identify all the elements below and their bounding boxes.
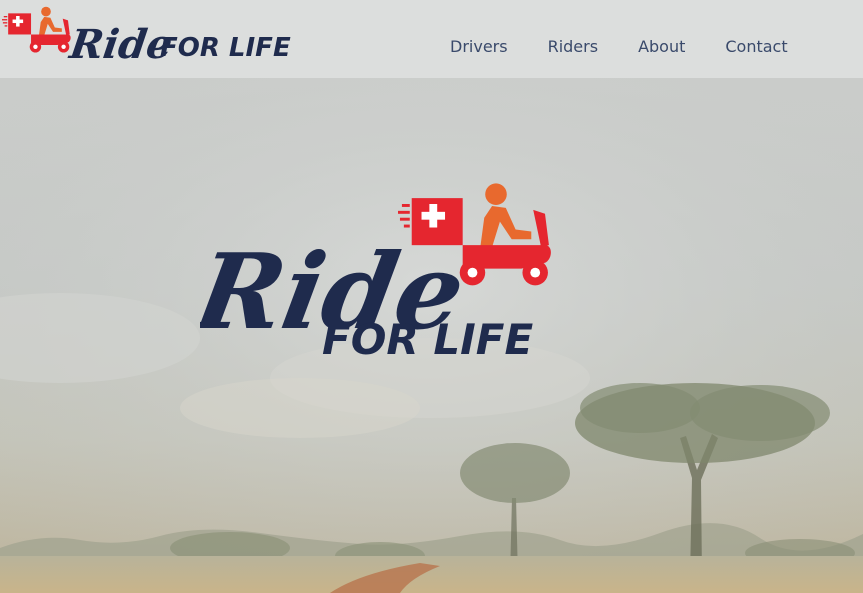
scooter-medical-rider-icon — [2, 6, 71, 53]
hero-section: Ride FOR LIFE — [0, 78, 863, 593]
header-logo[interactable]: Ride FOR LIFE — [0, 4, 300, 70]
main-nav: Drivers Riders About Contact — [450, 37, 788, 57]
nav-item-about[interactable]: About — [638, 37, 685, 57]
nav-item-drivers[interactable]: Drivers — [450, 37, 508, 57]
hero-logo-caps: FOR LIFE — [322, 315, 533, 363]
nav-item-riders[interactable]: Riders — [548, 37, 598, 57]
header-logo-caps: FOR LIFE — [160, 33, 291, 63]
site-header: Ride FOR LIFE Drivers Riders About Conta… — [0, 0, 863, 78]
nav-item-contact[interactable]: Contact — [725, 37, 787, 57]
hero-logo: Ride FOR LIFE — [200, 183, 551, 363]
